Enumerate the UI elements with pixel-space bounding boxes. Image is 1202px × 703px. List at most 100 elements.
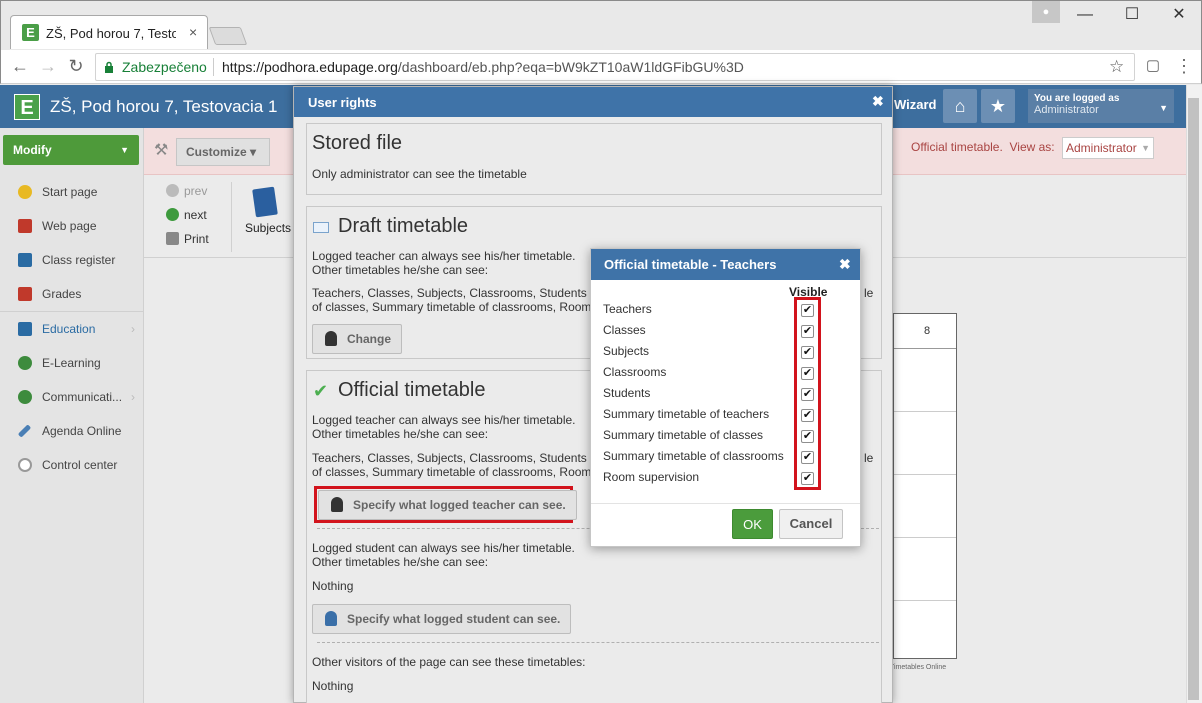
prev-label: prev <box>184 184 208 198</box>
visibility-row-label: Summary timetable of classrooms <box>603 449 784 463</box>
student-line1: Logged student can always see his/her ti… <box>312 541 575 555</box>
prev-link[interactable]: prev <box>166 184 207 198</box>
logged-as-label: You are logged as <box>1034 93 1120 104</box>
specify-student-button[interactable]: Specify what logged student can see. <box>312 604 572 634</box>
print-link[interactable]: Print <box>166 232 209 246</box>
visibility-row-label: Classrooms <box>603 365 667 379</box>
visibility-row-label: Summary timetable of teachers <box>603 407 770 421</box>
sidebar-item-label: Agenda Online <box>42 424 122 438</box>
globe-icon <box>18 219 32 233</box>
stored-file-text: Only administrator can see the timetable <box>312 167 527 181</box>
visibility-row-label: Subjects <box>603 344 650 358</box>
browser-tab[interactable]: E ZŠ, Pod horou 7, Testova × <box>10 15 208 49</box>
next-link[interactable]: next <box>166 208 207 222</box>
sidebar-item-web-page[interactable]: Web page <box>0 209 143 243</box>
draft-line-tail: le <box>864 286 874 300</box>
specify-teacher-label: Specify what logged teacher can see. <box>353 498 566 512</box>
teacher-icon <box>331 497 343 512</box>
sidebar-item-label: Web page <box>42 219 97 233</box>
sidebar-item-start-page[interactable]: Start page <box>0 175 143 209</box>
sidebar-item-e-learning[interactable]: E-Learning <box>0 346 143 380</box>
popup-close-icon[interactable]: ✖ <box>839 256 851 273</box>
forward-icon[interactable]: → <box>37 56 59 77</box>
cast-icon[interactable]: ▢ <box>1142 56 1164 74</box>
visitors-value: Nothing <box>312 679 354 693</box>
view-as-select[interactable]: Administrator ▼ <box>1062 137 1154 159</box>
official-line3: Teachers, Classes, Subjects, Classrooms,… <box>312 451 587 465</box>
sidebar-item-education[interactable]: Education › <box>0 312 143 346</box>
address-bar[interactable]: Zabezpečeno https://podhora.edupage.org/… <box>95 53 1135 81</box>
sidebar-item-label: Start page <box>42 185 98 199</box>
logged-user-menu[interactable]: You are logged as Administrator ▼ <box>1028 89 1174 123</box>
customize-button[interactable]: Customize ▾ <box>176 138 270 166</box>
tab-title: ZŠ, Pod horou 7, Testova <box>46 26 176 41</box>
specify-student-label: Specify what logged student can see. <box>347 612 561 626</box>
prev-icon <box>166 184 179 197</box>
dialog-title: User rights <box>294 87 892 117</box>
menu-icon[interactable]: ⋮ <box>1173 56 1195 77</box>
student-line2: Other timetables he/she can see: <box>312 555 489 569</box>
close-icon[interactable]: ✕ <box>1166 4 1192 26</box>
url-text[interactable]: https://podhora.edupage.org/dashboard/eb… <box>222 59 744 75</box>
sidebar-item-communication[interactable]: Communicati... › <box>0 380 143 414</box>
home-icon[interactable]: ⌂ <box>943 89 977 123</box>
official-line-tail: le <box>864 451 874 465</box>
visibility-row-label: Students <box>603 386 651 400</box>
cancel-button[interactable]: Cancel <box>779 509 843 539</box>
sidebar-item-label: Class register <box>42 253 116 267</box>
draft-line2: Other timetables he/she can see: <box>312 263 489 277</box>
next-label: next <box>184 208 207 222</box>
sidebar-item-label: Education <box>42 322 96 336</box>
visibility-row-label: Teachers <box>603 302 652 316</box>
student-icon <box>325 611 337 626</box>
gear-icon <box>18 458 32 472</box>
dialog-close-icon[interactable]: ✖ <box>872 93 884 110</box>
wizard-link[interactable]: Wizard <box>894 97 937 112</box>
tab-close-icon[interactable]: × <box>189 24 197 40</box>
secure-label: Zabezpečeno <box>122 59 207 75</box>
change-button[interactable]: Change <box>312 324 403 354</box>
sidebar-item-control-center[interactable]: Control center <box>0 448 143 482</box>
scrollbar-thumb[interactable] <box>1188 98 1199 700</box>
back-icon[interactable]: ← <box>9 56 31 77</box>
new-tab-button[interactable] <box>208 27 248 45</box>
teachers-visibility-popup: Official timetable - Teachers ✖ Visible … <box>590 248 861 547</box>
maximize-icon[interactable]: ☐ <box>1119 4 1145 26</box>
edupage-logo[interactable]: E <box>14 94 40 120</box>
education-icon <box>18 322 32 336</box>
official-timetable-status: Official timetable. View as: <box>911 140 1055 154</box>
sidebar-item-agenda-online[interactable]: Agenda Online <box>0 414 143 448</box>
sidebar-item-label: E-Learning <box>42 356 101 370</box>
subjects-book-icon[interactable] <box>252 186 278 218</box>
official-timetable-heading: Official timetable <box>338 379 486 401</box>
chevron-down-icon: ▼ <box>1159 103 1168 113</box>
visibility-row-label: Summary timetable of classes <box>603 428 764 442</box>
modify-button[interactable]: Modify ▼ <box>3 135 139 165</box>
star-icon <box>18 185 32 199</box>
sidebar-item-class-register[interactable]: Class register <box>0 243 143 277</box>
url-path: /dashboard/eb.php?eqa=bW9kZT10aW1ldGFibG… <box>397 59 744 75</box>
favorites-star-icon[interactable]: ★ <box>981 89 1015 123</box>
specify-teacher-button[interactable]: Specify what logged teacher can see. <box>318 490 577 520</box>
sidebar-item-grades[interactable]: Grades <box>0 277 143 311</box>
pen-icon <box>17 424 32 438</box>
bookmark-star-icon[interactable]: ☆ <box>1109 57 1124 77</box>
section-divider <box>317 642 879 643</box>
subjects-link[interactable]: Subjects <box>245 221 291 235</box>
teacher-icon <box>325 331 337 346</box>
url-host: https://podhora.edupage.org <box>222 59 398 75</box>
sidebar-item-label: Communicati... <box>42 390 123 404</box>
sidebar: Modify ▼ Start page Web page Class regis… <box>0 128 144 703</box>
reload-icon[interactable]: ↻ <box>65 56 87 77</box>
minimize-icon[interactable]: — <box>1072 4 1098 26</box>
ok-button[interactable]: OK <box>732 509 773 539</box>
logged-user-name: Administrator <box>1034 104 1099 116</box>
sidebar-item-label: Control center <box>42 458 118 472</box>
student-value: Nothing <box>312 579 354 593</box>
popup-footer-divider <box>591 503 860 504</box>
chevron-right-icon: › <box>131 390 135 404</box>
view-as-value: Administrator <box>1066 141 1137 155</box>
visitors-line: Other visitors of the page can see these… <box>312 655 586 669</box>
visibility-row-label: Room supervision <box>603 470 700 484</box>
profile-icon[interactable]: ● <box>1032 1 1060 23</box>
